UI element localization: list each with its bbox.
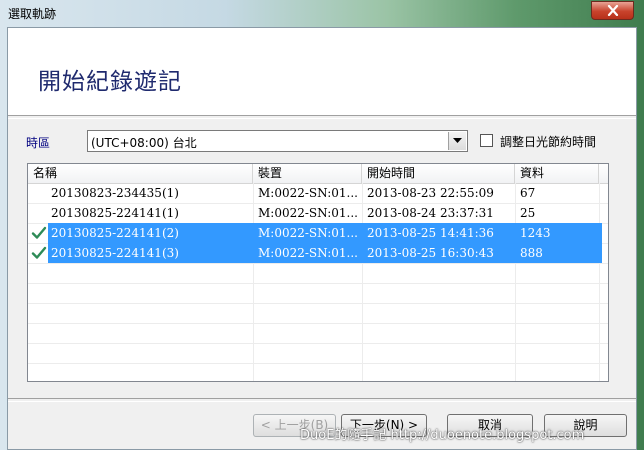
row-device: M:0022-SN:01...	[254, 223, 365, 243]
row-gridline	[28, 263, 608, 264]
close-button[interactable]	[591, 1, 634, 20]
timezone-label: 時區	[26, 136, 51, 150]
close-icon	[607, 5, 618, 16]
timezone-select[interactable]: (UTC+08:00) 台北	[87, 130, 468, 152]
column-header-device[interactable]: 裝置	[253, 164, 362, 183]
row-start-time: 2013-08-24 23:37:31	[367, 206, 494, 220]
row-device: M:0022-SN:01...	[254, 243, 365, 263]
checkmark-icon[interactable]	[31, 245, 47, 261]
title-bar[interactable]: 選取軌跡	[0, 0, 644, 26]
table-row[interactable]: 20130823-234435(1) M:0022-SN:01... 2013-…	[28, 183, 608, 203]
row-start-time: 2013-08-25 14:41:36	[363, 223, 518, 243]
row-start-time: 2013-08-23 22:55:09	[367, 186, 494, 200]
row-gridline	[28, 343, 608, 344]
row-count: 1243	[516, 223, 602, 243]
row-count: 888	[516, 243, 602, 263]
dropdown-arrow-icon[interactable]	[448, 132, 466, 150]
table-row[interactable]: 20130825-224141(1) M:0022-SN:01... 2013-…	[28, 203, 608, 223]
row-device: M:0022-SN:01...	[258, 186, 358, 200]
table-row-selected[interactable]: 20130825-224141(3) M:0022-SN:01... 2013-…	[28, 243, 608, 263]
window-title: 選取軌跡	[8, 7, 57, 21]
row-gridline	[28, 363, 608, 364]
row-gridline	[28, 303, 608, 304]
column-header-name[interactable]: 名稱	[28, 164, 253, 183]
row-name: 20130825-224141(2)	[48, 223, 255, 243]
row-gridline	[28, 323, 608, 324]
timezone-value: (UTC+08:00) 台北	[91, 136, 197, 150]
list-header: 名稱 裝置 開始時間 資料	[28, 164, 608, 184]
dialog-client: 開始紀錄遊記 時區 (UTC+08:00) 台北 調整日光節約時間 名稱 裝置 …	[7, 27, 637, 450]
checkmark-icon[interactable]	[31, 225, 47, 241]
row-start-time: 2013-08-25 16:30:43	[363, 243, 518, 263]
column-header-count[interactable]: 資料	[515, 164, 599, 183]
row-name: 20130825-224141(1)	[51, 206, 179, 220]
header-divider	[8, 115, 636, 119]
watermark-text: DuoE的隨手記 http://duoenote.blogspot.com	[300, 428, 585, 443]
dialog-window: 選取軌跡 開始紀錄遊記 時區 (UTC+08:00) 台北 調整日光節約時間 名…	[0, 0, 644, 450]
dst-label[interactable]: 調整日光節約時間	[500, 133, 596, 150]
row-count: 67	[520, 186, 536, 200]
row-device: M:0022-SN:01...	[258, 206, 358, 220]
row-gridline	[28, 283, 608, 284]
table-row-selected[interactable]: 20130825-224141(2) M:0022-SN:01... 2013-…	[28, 223, 608, 243]
page-title: 開始紀錄遊記	[38, 69, 182, 95]
row-name: 20130823-234435(1)	[51, 186, 179, 200]
wizard-header: 開始紀錄遊記	[8, 28, 636, 115]
row-name: 20130825-224141(3)	[48, 243, 255, 263]
footer-divider	[8, 398, 636, 402]
column-header-start-time[interactable]: 開始時間	[362, 164, 515, 183]
row-count: 25	[520, 206, 536, 220]
dst-checkbox[interactable]	[480, 134, 493, 147]
track-list[interactable]: 名稱 裝置 開始時間 資料 20130823-234435(1) M:0022-…	[27, 163, 609, 382]
